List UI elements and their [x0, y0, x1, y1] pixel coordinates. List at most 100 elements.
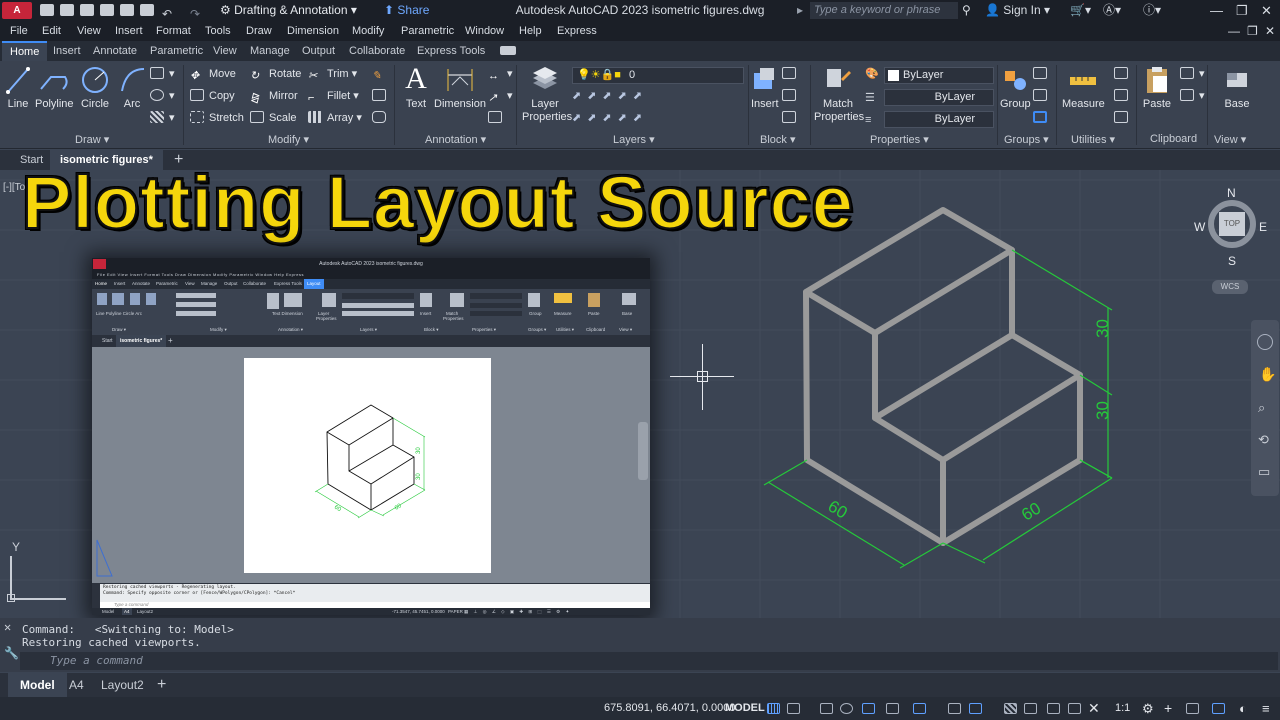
erase-tool[interactable]: ✎	[372, 65, 391, 83]
chevron-right-icon[interactable]: ▸	[797, 0, 803, 21]
menu-modify[interactable]: Modify	[352, 21, 384, 41]
snap-mode-icon[interactable]	[787, 703, 800, 714]
layer-tools-row1[interactable]: ⬈⬈⬈⬈⬈	[572, 87, 648, 105]
dimension-button[interactable]: Dimension	[434, 65, 486, 110]
insert-button[interactable]: Insert	[751, 65, 779, 110]
tab-layout2[interactable]: Layout2	[101, 673, 144, 697]
pan-icon[interactable]: ✋	[1259, 366, 1276, 383]
save-as-icon[interactable]	[100, 4, 114, 16]
lineweight-toggle-icon[interactable]	[948, 703, 961, 714]
group-edit-tool[interactable]	[1033, 87, 1052, 105]
close-button[interactable]: ✕	[1261, 0, 1272, 21]
base-view-button[interactable]: Base	[1220, 65, 1254, 110]
trim-button[interactable]: ✂ Trim ▾	[308, 65, 357, 83]
viewcube-top-face[interactable]: TOP	[1219, 212, 1245, 236]
viewcube[interactable]: N S E W TOP	[1194, 186, 1267, 268]
ungroup-tool[interactable]	[1033, 65, 1052, 83]
move-button[interactable]: ✥ Move	[190, 65, 236, 83]
layers-panel-label[interactable]: Layers ▾	[613, 133, 655, 146]
menu-tools[interactable]: Tools	[205, 21, 231, 41]
autodesk-a360-icon[interactable]: Ⓐ▾	[1103, 0, 1121, 21]
command-customize-icon[interactable]: 🔧	[4, 646, 19, 660]
tab-insert[interactable]: Insert	[53, 41, 81, 61]
explode-tool[interactable]	[372, 87, 391, 105]
menu-file[interactable]: File	[10, 21, 28, 41]
viewcube-south[interactable]: S	[1228, 254, 1236, 268]
3d-osnap-icon[interactable]	[1024, 703, 1037, 714]
utilities-panel-label[interactable]: Utilities ▾	[1071, 133, 1115, 146]
linear-dim-tool[interactable]: ↔ ▾	[488, 65, 513, 83]
undo-icon[interactable]: ↶	[162, 4, 176, 21]
group-button[interactable]: Group	[1000, 65, 1031, 110]
edit-attributes-tool[interactable]	[782, 109, 801, 127]
cart-icon[interactable]: 🛒▾	[1070, 0, 1091, 21]
zoom-extents-icon[interactable]: ⌕	[1258, 400, 1265, 416]
tab-express-tools[interactable]: Express Tools	[417, 41, 485, 61]
tab-model[interactable]: Model	[8, 673, 67, 697]
groups-panel-label[interactable]: Groups ▾	[1004, 133, 1049, 146]
fillet-button[interactable]: ⌐ Fillet ▾	[308, 87, 359, 105]
menu-window[interactable]: Window	[465, 21, 504, 41]
plot-icon[interactable]	[140, 4, 154, 16]
doc-minimize-button[interactable]: —	[1228, 21, 1240, 41]
coordinates-readout[interactable]: 675.8091, 66.4071, 0.0000	[604, 697, 736, 720]
annotation-panel-label[interactable]: Annotation ▾	[425, 133, 486, 146]
transparency-icon[interactable]	[969, 703, 982, 714]
command-input[interactable]: Type a command	[20, 652, 1278, 670]
quick-select-tool[interactable]	[1114, 65, 1133, 83]
menu-help[interactable]: Help	[519, 21, 542, 41]
menu-draw[interactable]: Draw	[246, 21, 272, 41]
tab-output[interactable]: Output	[302, 41, 335, 61]
doc-restore-button[interactable]: ❐	[1247, 21, 1258, 41]
layer-properties-button[interactable]: Layer Properties	[522, 65, 572, 124]
close-command-icon[interactable]: ✕	[4, 620, 11, 634]
orbit-icon[interactable]: ⟲	[1258, 432, 1269, 448]
units-icon[interactable]	[1186, 703, 1199, 714]
add-layout-button[interactable]: +	[157, 673, 166, 697]
polar-tracking-icon[interactable]	[840, 703, 853, 714]
quick-properties-icon[interactable]	[1212, 703, 1225, 714]
wcs-menu[interactable]: WCS	[1212, 280, 1248, 294]
workspace-dropdown[interactable]: ⚙ Drafting & Annotation ▾	[220, 0, 357, 21]
match-properties-button[interactable]: Match Properties	[814, 65, 864, 124]
paste-button[interactable]: Paste	[1142, 65, 1172, 110]
open-web-icon[interactable]	[120, 4, 134, 16]
isometric-figure[interactable]	[803, 207, 1083, 546]
mirror-button[interactable]: ⧎ Mirror	[250, 87, 298, 105]
annotation-visibility-icon[interactable]	[1068, 703, 1081, 714]
menu-view[interactable]: View	[77, 21, 101, 41]
cut-tool[interactable]: ▾	[1180, 87, 1205, 105]
tab-home[interactable]: Home	[2, 41, 48, 61]
doc-close-button[interactable]: ✕	[1265, 21, 1275, 41]
offset-tool[interactable]	[372, 109, 391, 127]
text-button[interactable]: A Text	[402, 63, 430, 111]
workspace-gear-icon[interactable]: ⚙	[1142, 697, 1154, 720]
restore-button[interactable]: ❐	[1236, 0, 1248, 21]
measure-button[interactable]: Measure	[1062, 65, 1105, 110]
id-point-tool[interactable]	[1114, 109, 1133, 127]
group-select-tool[interactable]	[1033, 109, 1052, 127]
edit-block-tool[interactable]	[782, 87, 801, 105]
calculator-tool[interactable]	[1114, 87, 1133, 105]
stretch-button[interactable]: Stretch	[190, 109, 244, 127]
new-icon[interactable]	[40, 4, 54, 16]
draw-panel-label[interactable]: Draw ▾	[75, 133, 109, 146]
tab-annotate[interactable]: Annotate	[93, 41, 137, 61]
viewcube-east[interactable]: E	[1259, 220, 1267, 234]
view-panel-label[interactable]: View ▾	[1214, 133, 1246, 146]
menu-edit[interactable]: Edit	[42, 21, 61, 41]
open-icon[interactable]	[60, 4, 74, 16]
copy-button[interactable]: Copy	[190, 87, 235, 105]
tab-a4[interactable]: A4	[69, 673, 84, 697]
ribbon-options-icon[interactable]	[500, 46, 516, 55]
app-menu-button[interactable]: A CAD	[2, 2, 32, 33]
object-snap-icon[interactable]	[913, 703, 926, 714]
layer-tools-row2[interactable]: ⬈⬈⬈⬈⬈	[572, 109, 648, 127]
tab-view[interactable]: View	[213, 41, 237, 61]
tab-manage[interactable]: Manage	[250, 41, 290, 61]
customization-menu-icon[interactable]: ≡	[1262, 697, 1270, 720]
ellipse-tool[interactable]: ▾	[150, 87, 175, 105]
line-button[interactable]: Line	[5, 65, 31, 110]
polyline-button[interactable]: Polyline	[35, 65, 74, 110]
viewcube-north[interactable]: N	[1227, 186, 1236, 200]
